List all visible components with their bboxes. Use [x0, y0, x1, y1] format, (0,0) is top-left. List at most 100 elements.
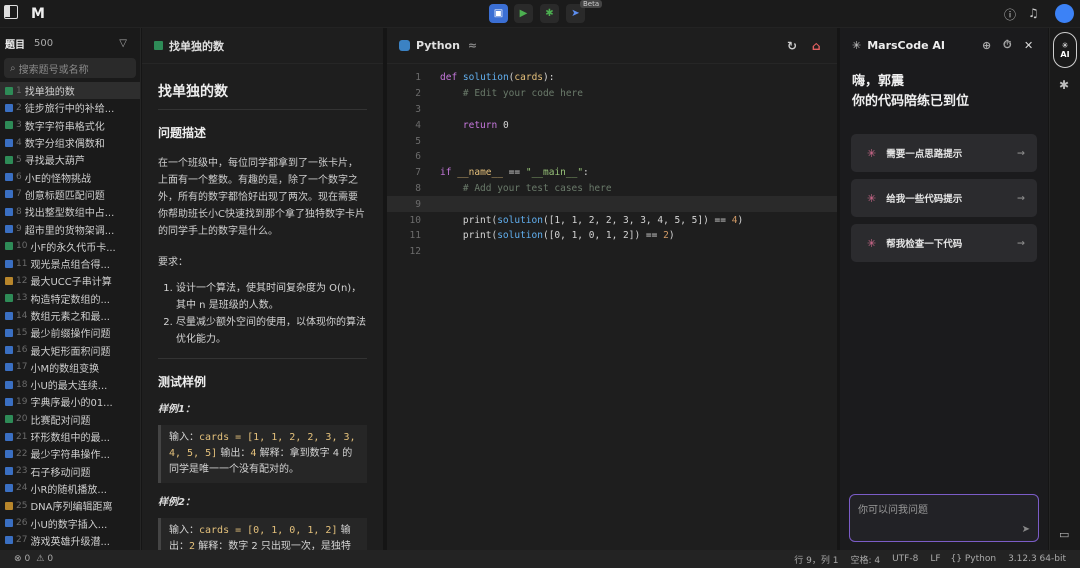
- ai-suggestion-card[interactable]: ✳ 帮我检查一下代码 →: [851, 224, 1037, 262]
- language-mode[interactable]: {} Python: [951, 554, 997, 564]
- problem-list-title: 题目: [5, 39, 25, 51]
- problem-name: 小E的怪物挑战: [24, 173, 92, 185]
- problem-difficulty-icon: [5, 363, 13, 372]
- ai-chat-placeholder: 你可以问我问题: [858, 505, 928, 516]
- problem-name: 环形数组中的最...: [30, 433, 110, 445]
- problem-difficulty-icon: [5, 346, 13, 355]
- format-icon[interactable]: ⌂: [812, 39, 821, 53]
- problem-item[interactable]: 23 石子移动问题: [0, 463, 140, 480]
- code-line[interactable]: 1 def solution(cards):: [387, 70, 837, 86]
- toggle-sidebar-icon[interactable]: [4, 5, 18, 19]
- debug-rail-icon[interactable]: ✱: [1059, 78, 1069, 92]
- encoding[interactable]: UTF-8: [892, 554, 918, 564]
- description-tab[interactable]: 找单独的数: [142, 28, 383, 64]
- help-icon[interactable]: ⓘ: [1004, 6, 1016, 23]
- problem-item[interactable]: 7 创意标题匹配问题: [0, 186, 140, 203]
- notification-icon[interactable]: ♫: [1028, 6, 1039, 20]
- problem-name: 数组元素之和最...: [30, 312, 110, 323]
- code-line[interactable]: 9: [387, 196, 837, 213]
- filter-icon[interactable]: ▽: [119, 38, 127, 49]
- problem-item[interactable]: 19 字典序最小的01...: [0, 393, 140, 410]
- run-icon[interactable]: ▶: [514, 4, 533, 23]
- problem-name: 观光景点组合得...: [30, 260, 110, 272]
- problem-item[interactable]: 26 小U的数字插入...: [0, 514, 140, 531]
- problem-item[interactable]: 12 最大UCC子串计算: [0, 272, 140, 289]
- ai-chat-input[interactable]: 你可以问我问题 ➤: [849, 494, 1039, 542]
- example-1-label: 样例1：: [158, 404, 195, 415]
- problem-difficulty-icon: [5, 138, 13, 147]
- problem-item[interactable]: 10 小F的永久代币卡...: [0, 238, 140, 255]
- avatar[interactable]: [1055, 4, 1074, 23]
- code-line[interactable]: 4 return 0: [387, 117, 837, 133]
- close-icon[interactable]: ✕: [1024, 39, 1033, 52]
- language-label[interactable]: Python: [416, 39, 460, 52]
- new-chat-icon[interactable]: ⊕: [982, 39, 991, 52]
- problem-number: 13: [16, 293, 28, 304]
- problem-item[interactable]: 5 寻找最大葫芦: [0, 151, 140, 168]
- problem-item[interactable]: 27 游戏英雄升级潜...: [0, 532, 140, 549]
- problem-title: 找单独的数: [158, 81, 367, 110]
- problem-item[interactable]: 9 超市里的货物架调...: [0, 220, 140, 237]
- code-line[interactable]: 8 # Add your test cases here: [387, 181, 837, 197]
- sparkle-icon: ✳: [867, 236, 877, 250]
- code-line[interactable]: 10 print(solution([1, 1, 2, 2, 3, 3, 4, …: [387, 212, 837, 228]
- problem-item[interactable]: 6 小E的怪物挑战: [0, 168, 140, 185]
- debug-icon[interactable]: ✱: [540, 4, 559, 23]
- code-text: return 0: [462, 119, 509, 131]
- code-area[interactable]: 1 def solution(cards): 2 # Edit your code …: [387, 70, 837, 260]
- code-line[interactable]: 11 print(solution([0, 1, 0, 1, 2]) == 2): [387, 228, 837, 244]
- line-number: 6: [415, 151, 421, 163]
- reset-icon[interactable]: ↻: [787, 39, 797, 53]
- problem-item[interactable]: 22 最少字符串操作...: [0, 445, 140, 462]
- warning-icon[interactable]: ⚠: [36, 554, 44, 564]
- code-line[interactable]: 5: [387, 133, 837, 149]
- example-2-input-label: 输入：: [169, 525, 199, 536]
- problem-item[interactable]: 15 最少前缀操作问题: [0, 324, 140, 341]
- code-line[interactable]: 12: [387, 244, 837, 260]
- problem-item[interactable]: 3 数字字符串格式化: [0, 117, 140, 134]
- problem-name: 最少字符串操作...: [30, 450, 110, 462]
- problem-item[interactable]: 18 小U的最大连续...: [0, 376, 140, 393]
- code-line[interactable]: 7 if __name__ == "__main__":: [387, 165, 837, 181]
- terminal-icon[interactable]: ▭: [1059, 528, 1069, 541]
- sparkle-icon: ✳: [867, 146, 877, 160]
- problem-number: 18: [16, 379, 28, 390]
- language-dropdown-icon[interactable]: ≈: [468, 39, 477, 52]
- history-icon[interactable]: ⏱: [1003, 38, 1012, 52]
- line-number: 10: [409, 214, 421, 226]
- ai-toggle-button[interactable]: ✳ AI: [1053, 32, 1077, 68]
- problem-item[interactable]: 1 找单独的数: [0, 82, 140, 100]
- problem-item[interactable]: 20 比赛配对问题: [0, 411, 140, 428]
- ai-suggestion-card[interactable]: ✳ 给我一些代码提示 →: [851, 179, 1037, 217]
- problem-difficulty-icon: [5, 86, 13, 95]
- error-icon[interactable]: ⊗: [14, 554, 22, 564]
- sparkle-icon: ✳: [852, 38, 862, 52]
- problem-item[interactable]: 8 找出整型数组中占...: [0, 203, 140, 220]
- problem-list-panel: 题目 500 ▽ ⌕ 搜索题号或名称 1 找单独的数 2 徒步旅行中的补给... 3 数字…: [0, 28, 141, 550]
- problem-item[interactable]: 14 数组元素之和最...: [0, 307, 140, 324]
- problem-item[interactable]: 4 数字分组求偶数和: [0, 134, 140, 151]
- line-ending[interactable]: LF: [930, 554, 940, 564]
- problem-number: 6: [16, 172, 22, 183]
- problem-item[interactable]: 11 观光景点组合得...: [0, 255, 140, 272]
- code-line[interactable]: 6: [387, 149, 837, 165]
- cursor-position[interactable]: 行 9，列 1: [794, 553, 838, 566]
- problem-list-header: 题目 500 ▽: [0, 28, 140, 58]
- problem-item[interactable]: 17 小M的数组变换: [0, 359, 140, 376]
- send-message-icon[interactable]: ➤: [1022, 524, 1030, 535]
- problem-item[interactable]: 25 DNA序列编辑距离: [0, 497, 140, 514]
- search-input[interactable]: ⌕ 搜索题号或名称: [4, 58, 136, 78]
- problem-item[interactable]: 21 环形数组中的最...: [0, 428, 140, 445]
- problem-item[interactable]: 13 构造特定数组的...: [0, 290, 140, 307]
- ai-suggestion-card[interactable]: ✳ 需要一点思路提示 →: [851, 134, 1037, 172]
- example-2-explanation: 解释：数字 2 只出现一次，是独特的卡片。: [198, 541, 351, 550]
- submit-icon[interactable]: ▣: [489, 4, 508, 23]
- problem-item[interactable]: 2 徒步旅行中的补给...: [0, 99, 140, 116]
- code-line[interactable]: 2 # Edit your code here: [387, 86, 837, 102]
- problem-item[interactable]: 16 最大矩形面积问题: [0, 341, 140, 358]
- interpreter-version[interactable]: 3.12.3 64-bit: [1008, 554, 1066, 564]
- problem-item[interactable]: 24 小R的随机播放...: [0, 480, 140, 497]
- code-line[interactable]: 3: [387, 102, 837, 118]
- problem-difficulty-icon: [5, 173, 13, 182]
- indent-setting[interactable]: 空格: 4: [850, 553, 880, 566]
